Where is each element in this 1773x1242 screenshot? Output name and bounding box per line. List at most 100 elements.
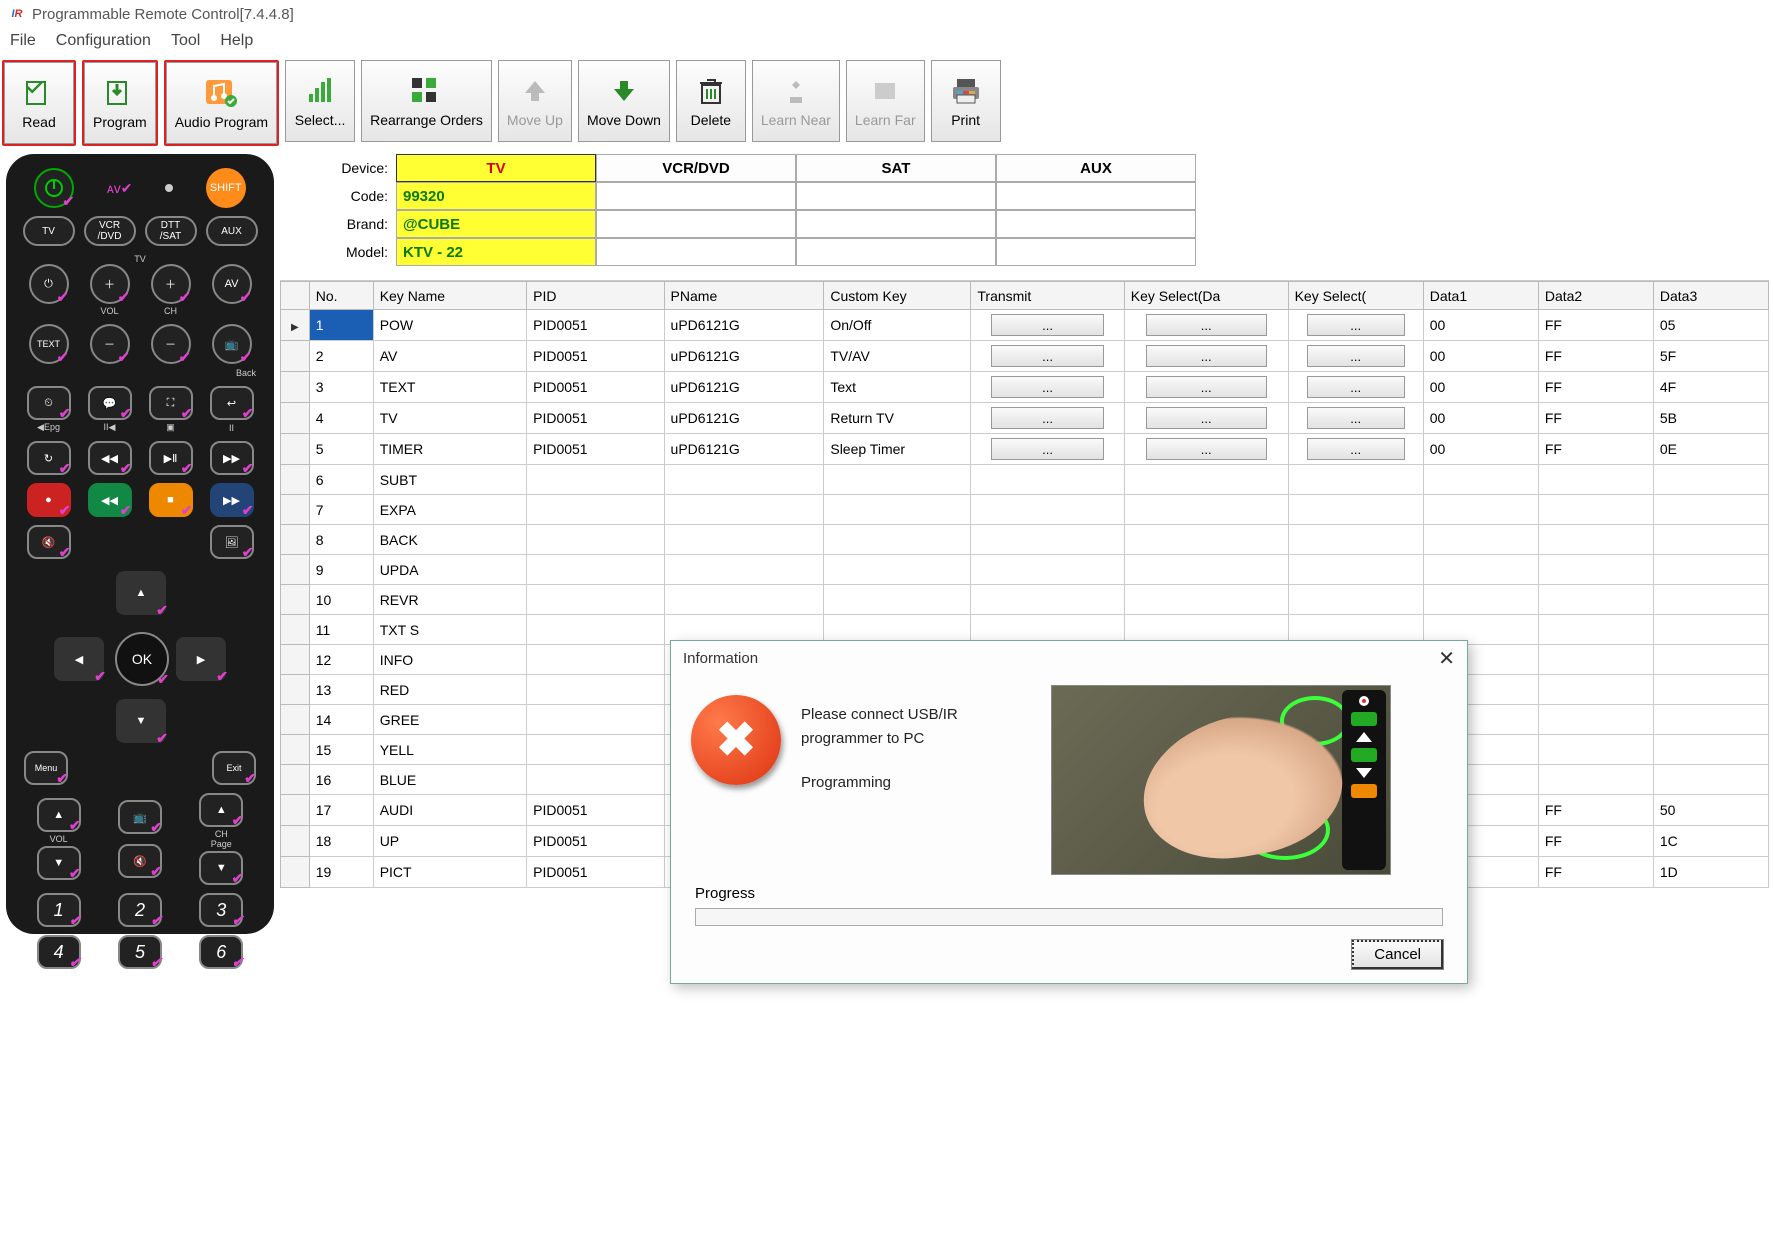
ellipsis-button[interactable]: ... (991, 314, 1103, 336)
print-button[interactable]: Print (931, 60, 1001, 142)
remote-key-yellow[interactable]: ■ (149, 483, 193, 517)
remote-key-up[interactable]: ▲ (116, 571, 166, 615)
table-row[interactable]: 3TEXTPID0051uPD6121GText.........00FF4F (281, 372, 1769, 403)
remote-key-vol-up2[interactable]: ▲ (37, 798, 81, 832)
tv-model[interactable]: KTV - 22 (396, 238, 596, 266)
col-data1[interactable]: Data1 (1423, 282, 1538, 310)
audio-program-button[interactable]: Audio Program (166, 62, 277, 144)
ellipsis-button[interactable]: ... (1307, 314, 1405, 336)
remote-key-vol-dn[interactable]: － (90, 324, 130, 364)
remote-key-upda[interactable]: ↻ (27, 441, 71, 475)
remote-key-back[interactable]: ↩ (210, 386, 254, 420)
remote-key-6[interactable]: 6 (199, 935, 243, 969)
remote-key-rev[interactable]: ◀◀ (88, 441, 132, 475)
move-down-button[interactable]: Move Down (578, 60, 670, 142)
remote-key-expand[interactable]: ⛶ (149, 386, 193, 420)
vcr-code[interactable] (596, 182, 796, 210)
col-pname[interactable]: PName (664, 282, 824, 310)
ellipsis-button[interactable]: ... (1146, 314, 1267, 336)
menu-configuration[interactable]: Configuration (56, 32, 151, 50)
col-no[interactable]: No. (309, 282, 373, 310)
remote-key-chpage-up[interactable]: ▲ (199, 793, 243, 827)
device-tab-vcr[interactable]: VCR/DVD (596, 154, 796, 182)
table-row[interactable]: 10REVR (281, 585, 1769, 615)
remote-key-mute[interactable]: 🔇 (27, 525, 71, 559)
remote-key-fwd[interactable]: ▶▶ (210, 441, 254, 475)
remote-key-ok[interactable]: OK (115, 632, 169, 686)
remote-key-menu[interactable]: Menu (24, 751, 68, 785)
remote-key-info[interactable]: 📺 (118, 800, 162, 834)
ellipsis-button[interactable]: ... (1307, 345, 1405, 367)
remote-key-down[interactable]: ▼ (116, 699, 166, 743)
col-customkey[interactable]: Custom Key (824, 282, 971, 310)
rearrange-button[interactable]: Rearrange Orders (361, 60, 492, 142)
table-row[interactable]: 9UPDA (281, 555, 1769, 585)
col-data3[interactable]: Data3 (1653, 282, 1768, 310)
menu-help[interactable]: Help (220, 32, 253, 50)
remote-key-ch-dn[interactable]: － (151, 324, 191, 364)
device-tab-tv[interactable]: TV (396, 154, 596, 182)
remote-key-power-top[interactable] (34, 168, 74, 208)
ellipsis-button[interactable]: ... (1146, 345, 1267, 367)
ellipsis-button[interactable]: ... (1146, 407, 1267, 429)
remote-key-blue[interactable]: ▶▶ (210, 483, 254, 517)
remote-key-ch-up[interactable]: ＋ (151, 264, 191, 304)
remote-key-vol-dn2[interactable]: ▼ (37, 846, 81, 880)
col-keyseld[interactable]: Key Select(Da (1124, 282, 1288, 310)
remote-key-av[interactable]: AV (212, 264, 252, 304)
remote-key-pict[interactable]: 🖼 (210, 525, 254, 559)
col-keysel[interactable]: Key Select( (1288, 282, 1423, 310)
learn-near-button[interactable]: Learn Near (752, 60, 840, 142)
dialog-close-icon[interactable]: ✕ (1438, 646, 1455, 671)
col-data2[interactable]: Data2 (1538, 282, 1653, 310)
read-button[interactable]: Read (4, 62, 74, 144)
remote-key-play[interactable]: ▶Ⅱ (149, 441, 193, 475)
remote-key-pow[interactable]: ⏻ (29, 264, 69, 304)
ellipsis-button[interactable]: ... (991, 438, 1103, 460)
remote-key-subt[interactable]: 💬 (88, 386, 132, 420)
remote-key-timer[interactable]: ⏲ (27, 386, 71, 420)
remote-key-vcr[interactable]: VCR /DVD (84, 216, 136, 246)
learn-far-button[interactable]: Learn Far (846, 60, 925, 142)
table-row[interactable]: 5TIMERPID0051uPD6121GSleep Timer........… (281, 434, 1769, 465)
remote-key-3[interactable]: 3 (199, 893, 243, 927)
remote-key-mute2[interactable]: 🔇 (118, 844, 162, 878)
table-row[interactable]: 6SUBT (281, 465, 1769, 495)
remote-key-red[interactable]: ● (27, 483, 71, 517)
device-tab-sat[interactable]: SAT (796, 154, 996, 182)
ellipsis-button[interactable]: ... (1307, 438, 1405, 460)
ellipsis-button[interactable]: ... (1307, 376, 1405, 398)
remote-key-vol-up[interactable]: ＋ (90, 264, 130, 304)
ellipsis-button[interactable]: ... (1146, 438, 1267, 460)
table-row[interactable]: 7EXPA (281, 495, 1769, 525)
remote-key-chpage-dn[interactable]: ▼ (199, 851, 243, 885)
remote-key-aux[interactable]: AUX (206, 216, 258, 246)
select-button[interactable]: Select... (285, 60, 355, 142)
menu-tool[interactable]: Tool (171, 32, 200, 50)
col-transmit[interactable]: Transmit (971, 282, 1124, 310)
ellipsis-button[interactable]: ... (991, 345, 1103, 367)
table-row[interactable]: 8BACK (281, 525, 1769, 555)
tv-brand[interactable]: @CUBE (396, 210, 596, 238)
remote-key-text[interactable]: TEXT (29, 324, 69, 364)
remote-key-dtt[interactable]: DTT /SAT (145, 216, 197, 246)
ellipsis-button[interactable]: ... (991, 407, 1103, 429)
tv-code[interactable]: 99320 (396, 182, 596, 210)
remote-key-exit[interactable]: Exit (212, 751, 256, 785)
move-up-button[interactable]: Move Up (498, 60, 572, 142)
aux-code[interactable] (996, 182, 1196, 210)
remote-key-4[interactable]: 4 (37, 935, 81, 969)
table-row[interactable]: 4TVPID0051uPD6121GReturn TV.........00FF… (281, 403, 1769, 434)
ellipsis-button[interactable]: ... (991, 376, 1103, 398)
ellipsis-button[interactable]: ... (1146, 376, 1267, 398)
cancel-button[interactable]: Cancel (1352, 940, 1443, 969)
remote-key-shift[interactable]: SHIFT (206, 168, 246, 208)
remote-key-tv[interactable]: TV (23, 216, 75, 246)
program-button[interactable]: Program (84, 62, 156, 144)
menu-file[interactable]: File (10, 32, 36, 50)
remote-key-tv-return[interactable]: 📺 (212, 324, 252, 364)
col-keyname[interactable]: Key Name (373, 282, 526, 310)
remote-key-right[interactable]: ▶ (176, 637, 226, 681)
table-row[interactable]: 1POWPID0051uPD6121GOn/Off.........00FF05 (281, 310, 1769, 341)
ellipsis-button[interactable]: ... (1307, 407, 1405, 429)
